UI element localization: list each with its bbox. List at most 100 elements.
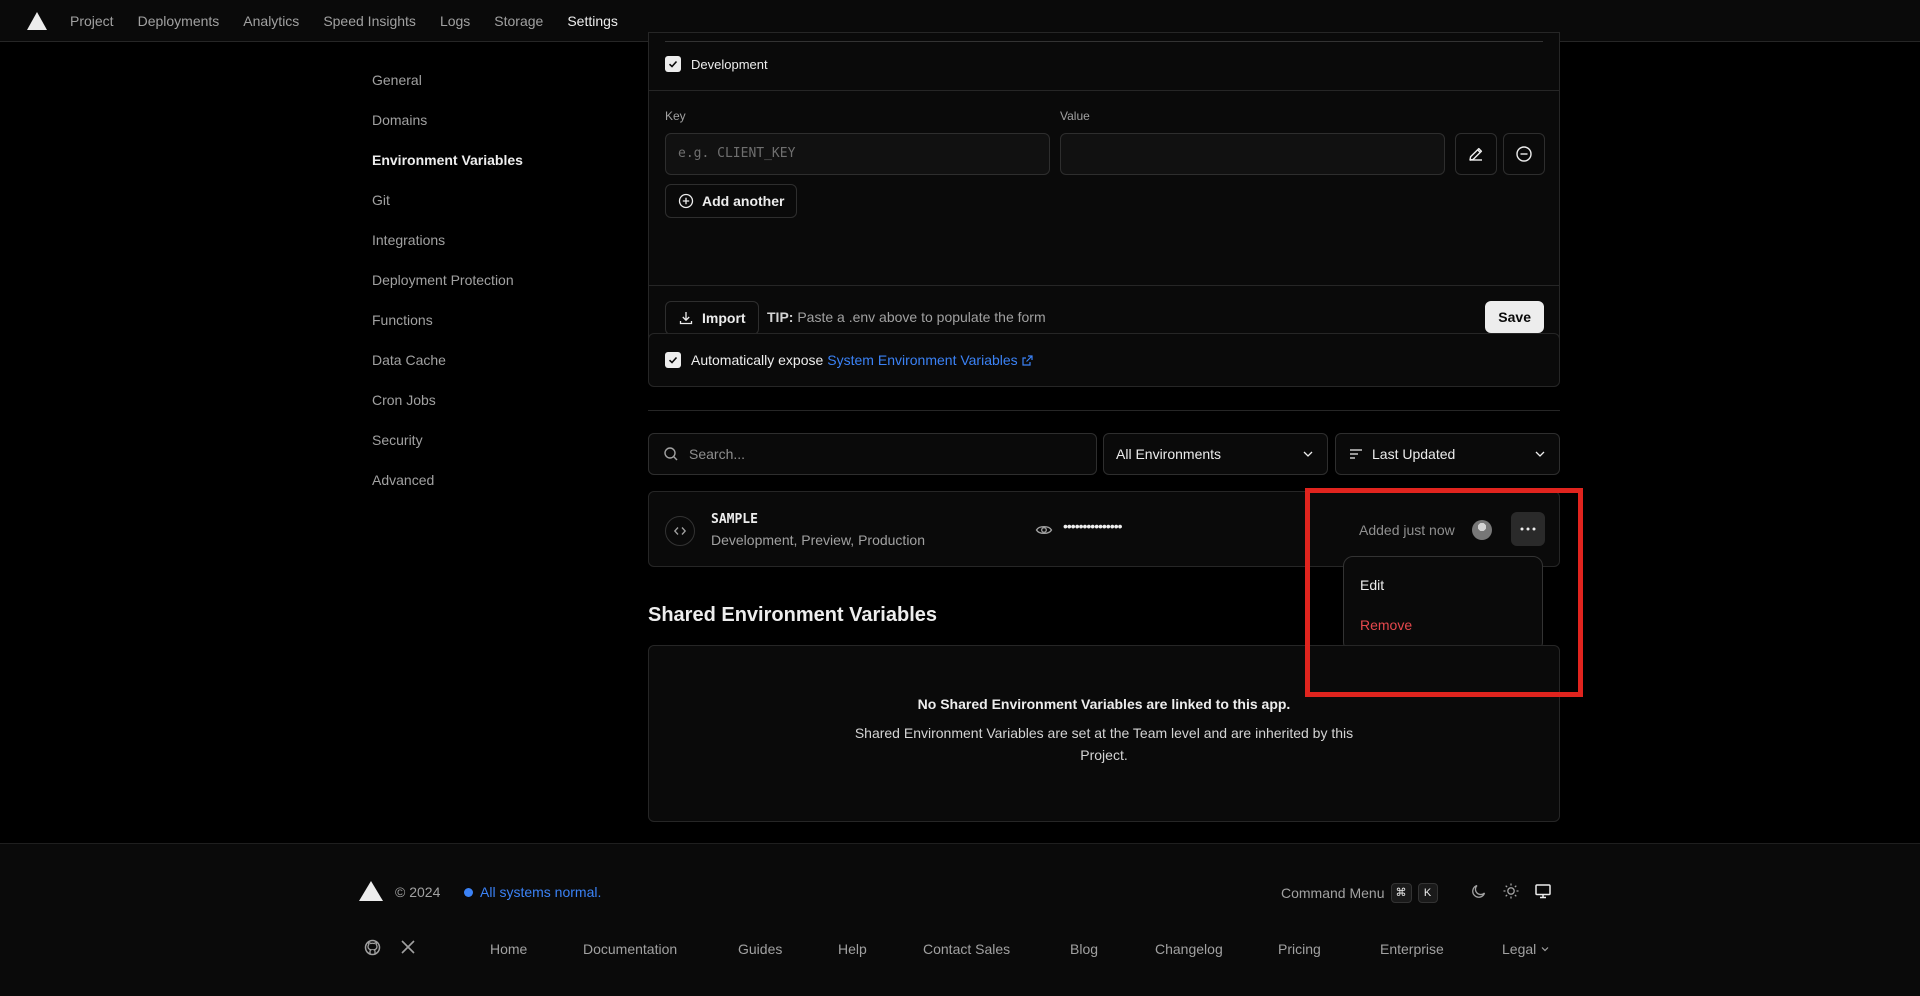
development-checkbox-row[interactable]: Development xyxy=(665,56,768,72)
moon-icon[interactable] xyxy=(1470,882,1488,905)
sidebar-item-deployment-protection[interactable]: Deployment Protection xyxy=(372,262,632,302)
add-variable-form: Development Key Value e.g. CLIENT_KEY Ad… xyxy=(648,32,1560,350)
development-checkbox-label: Development xyxy=(691,56,768,72)
menu-item-remove[interactable]: Remove xyxy=(1360,617,1412,633)
footer-link-help[interactable]: Help xyxy=(838,941,923,957)
tab-logs[interactable]: Logs xyxy=(428,0,482,42)
settings-sidebar: General Domains Environment Variables Gi… xyxy=(372,62,632,502)
expose-label: Automatically expose xyxy=(691,352,824,368)
chevron-down-icon xyxy=(1541,947,1549,952)
link-text: System Environment Variables xyxy=(827,352,1018,368)
code-icon xyxy=(665,516,695,546)
sidebar-item-security[interactable]: Security xyxy=(372,422,632,462)
tip-label: TIP: xyxy=(767,309,794,325)
value-input[interactable] xyxy=(1060,133,1445,175)
sidebar-item-general[interactable]: General xyxy=(372,62,632,102)
added-timestamp: Added just now xyxy=(1359,522,1455,538)
search-placeholder: Search... xyxy=(689,446,746,462)
sidebar-item-cron-jobs[interactable]: Cron Jobs xyxy=(372,382,632,422)
import-button[interactable]: Import xyxy=(665,301,759,335)
sidebar-item-functions[interactable]: Functions xyxy=(372,302,632,342)
sort-select[interactable]: Last Updated xyxy=(1335,433,1560,475)
eye-icon[interactable] xyxy=(1035,521,1053,544)
section-divider xyxy=(648,410,1560,411)
chevron-down-icon xyxy=(1303,451,1313,457)
tip-text: TIP: Paste a .env above to populate the … xyxy=(767,309,1046,325)
save-button[interactable]: Save xyxy=(1485,301,1544,333)
tab-storage[interactable]: Storage xyxy=(482,0,555,42)
remove-row-button[interactable] xyxy=(1503,133,1545,175)
system-status-link[interactable]: All systems normal. xyxy=(464,884,601,900)
import-label: Import xyxy=(702,310,746,326)
environment-select[interactable]: All Environments xyxy=(1103,433,1328,475)
search-icon xyxy=(664,447,678,461)
sidebar-item-integrations[interactable]: Integrations xyxy=(372,222,632,262)
copyright: © 2024 xyxy=(395,884,441,900)
command-menu-button[interactable]: Command Menu ⌘ K xyxy=(1281,883,1438,903)
footer-link-changelog[interactable]: Changelog xyxy=(1155,941,1278,957)
value-label: Value xyxy=(1060,109,1090,123)
expose-checkbox[interactable] xyxy=(665,352,681,368)
tab-deployments[interactable]: Deployments xyxy=(126,0,232,42)
footer-link-legal[interactable]: Legal xyxy=(1502,941,1550,957)
more-actions-button[interactable] xyxy=(1511,512,1545,546)
footer-link-contact-sales[interactable]: Contact Sales xyxy=(923,941,1070,957)
tab-analytics[interactable]: Analytics xyxy=(231,0,311,42)
expose-checkbox-row[interactable]: Automatically expose System Environment … xyxy=(665,352,1034,368)
minus-circle-icon xyxy=(1516,146,1532,162)
sidebar-item-data-cache[interactable]: Data Cache xyxy=(372,342,632,382)
masked-value: ••••••••••••••• xyxy=(1063,518,1123,534)
menu-item-edit[interactable]: Edit xyxy=(1360,577,1384,593)
sort-select-value: Last Updated xyxy=(1372,446,1456,462)
add-another-label: Add another xyxy=(702,193,785,209)
legal-label: Legal xyxy=(1502,941,1537,957)
kbd-cmd: ⌘ xyxy=(1390,883,1412,903)
footer: © 2024 All systems normal. Command Menu … xyxy=(0,843,1920,996)
github-icon[interactable] xyxy=(364,939,381,961)
check-icon xyxy=(668,356,678,364)
external-link-icon xyxy=(1022,354,1033,366)
search-input[interactable]: Search... xyxy=(648,433,1097,475)
add-another-button[interactable]: Add another xyxy=(665,184,798,218)
variable-targets: Development, Preview, Production xyxy=(711,532,925,548)
row-actions-menu: Edit Remove xyxy=(1343,556,1543,652)
key-label: Key xyxy=(665,109,686,123)
sidebar-item-advanced[interactable]: Advanced xyxy=(372,462,632,502)
footer-link-enterprise[interactable]: Enterprise xyxy=(1380,941,1502,957)
footer-link-home[interactable]: Home xyxy=(490,941,583,957)
divider xyxy=(649,90,1559,91)
key-input[interactable]: e.g. CLIENT_KEY xyxy=(665,133,1050,175)
tab-speed-insights[interactable]: Speed Insights xyxy=(311,0,428,42)
sidebar-item-domains[interactable]: Domains xyxy=(372,102,632,142)
footer-link-guides[interactable]: Guides xyxy=(738,941,838,957)
expose-system-variables-card: Automatically expose System Environment … xyxy=(648,333,1560,387)
kbd-k: K xyxy=(1417,883,1438,903)
sun-icon[interactable] xyxy=(1502,882,1520,905)
x-twitter-icon[interactable] xyxy=(400,939,416,960)
tab-settings[interactable]: Settings xyxy=(555,0,630,42)
footer-link-blog[interactable]: Blog xyxy=(1070,941,1155,957)
vercel-logo-icon[interactable] xyxy=(26,11,48,31)
command-menu-label: Command Menu xyxy=(1281,885,1385,901)
footer-links: Home Documentation Guides Help Contact S… xyxy=(490,941,1550,957)
footer-logo-icon[interactable] xyxy=(359,881,383,906)
system-environment-variables-link[interactable]: System Environment Variables xyxy=(827,352,1033,368)
development-checkbox[interactable] xyxy=(665,56,681,72)
sidebar-item-git[interactable]: Git xyxy=(372,182,632,222)
edit-value-button[interactable] xyxy=(1455,133,1497,175)
status-text: All systems normal. xyxy=(480,884,602,900)
download-icon xyxy=(679,312,693,325)
status-dot xyxy=(464,887,473,897)
tab-project[interactable]: Project xyxy=(58,0,126,42)
shared-variables-title: Shared Environment Variables xyxy=(648,604,937,626)
chevron-down-icon xyxy=(1535,451,1545,457)
divider xyxy=(649,285,1559,286)
footer-link-documentation[interactable]: Documentation xyxy=(583,941,738,957)
empty-state-heading: No Shared Environment Variables are link… xyxy=(917,696,1291,712)
footer-link-pricing[interactable]: Pricing xyxy=(1278,941,1380,957)
monitor-icon[interactable] xyxy=(1534,882,1552,905)
tip-body: Paste a .env above to populate the form xyxy=(797,309,1046,325)
divider xyxy=(665,41,1543,42)
variable-name: SAMPLE xyxy=(711,512,758,527)
sidebar-item-environment-variables[interactable]: Environment Variables xyxy=(372,142,632,182)
